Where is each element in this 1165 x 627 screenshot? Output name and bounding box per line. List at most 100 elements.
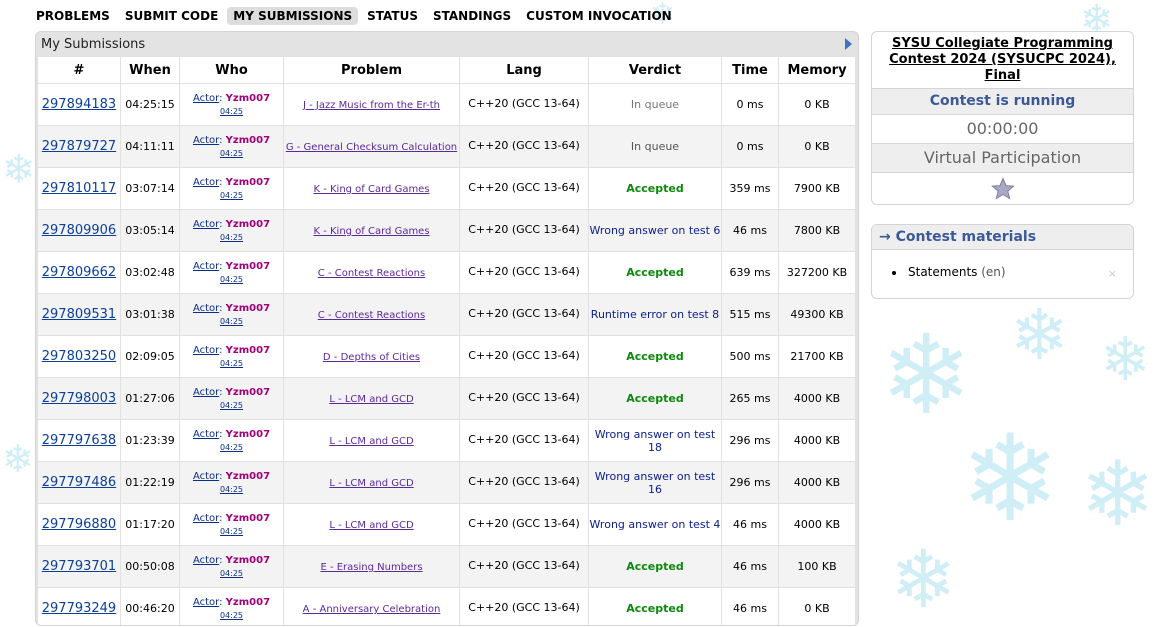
- actor-link[interactable]: Actor: [193, 93, 219, 105]
- contest-name-link[interactable]: SYSU Collegiate Programming Contest 2024…: [884, 36, 1121, 84]
- statements-link[interactable]: Statements: [908, 265, 977, 279]
- actor-link[interactable]: Actor: [193, 513, 219, 525]
- problem-link[interactable]: D - Depths of Cities: [323, 352, 420, 363]
- submission-id-link[interactable]: 297809906: [42, 223, 116, 238]
- problem-cell: L - LCM and GCD: [283, 461, 460, 504]
- remove-icon[interactable]: ×: [1108, 267, 1117, 280]
- table-row: 297803250 02:09:05 Actor: Yzm007 04:25 D - D…: [37, 335, 856, 378]
- problem-cell: K - King of Card Games: [283, 167, 460, 210]
- nav-my-submissions[interactable]: MY SUBMISSIONS: [227, 7, 359, 25]
- user-link[interactable]: Yzm007: [226, 303, 270, 315]
- submission-id-link[interactable]: 297798003: [42, 391, 116, 406]
- contest-status: Contest is running: [872, 88, 1133, 114]
- who-cell: Actor: Yzm007 04:25: [179, 209, 284, 252]
- star-icon[interactable]: [990, 177, 1015, 204]
- actor-link[interactable]: Actor: [193, 135, 219, 147]
- problem-link[interactable]: G - General Checksum Calculation: [286, 142, 457, 153]
- nav-standings[interactable]: STANDINGS: [427, 7, 517, 25]
- nav-status[interactable]: STATUS: [361, 7, 424, 25]
- verdict-cell: Wrong answer on test 16: [588, 461, 722, 504]
- col-header-lang: Lang: [459, 56, 589, 84]
- problem-link[interactable]: E - Erasing Numbers: [320, 562, 422, 573]
- verdict-cell: Accepted: [588, 335, 722, 378]
- user-link[interactable]: Yzm007: [226, 93, 270, 105]
- problem-link[interactable]: K - King of Card Games: [313, 184, 429, 195]
- actor-timestamp: 04:25: [219, 190, 244, 200]
- actor-link[interactable]: Actor: [193, 219, 219, 231]
- problem-link[interactable]: L - LCM and GCD: [329, 520, 413, 531]
- nav-submit-code[interactable]: SUBMIT CODE: [119, 7, 224, 25]
- actor-link[interactable]: Actor: [193, 345, 219, 357]
- memory-cell: 0 KB: [778, 587, 856, 625]
- actor-link[interactable]: Actor: [193, 429, 219, 441]
- star-row: [872, 172, 1133, 204]
- problem-link[interactable]: K - King of Card Games: [313, 226, 429, 237]
- problem-link[interactable]: L - LCM and GCD: [329, 436, 413, 447]
- verdict-cell: Runtime error on test 8: [588, 293, 722, 336]
- table-header-row: # When Who Problem Lang Verdict Time Mem…: [37, 56, 856, 84]
- when-cell: 00:46:20: [120, 587, 180, 625]
- submission-id-link[interactable]: 297803250: [42, 349, 116, 364]
- submission-id-link[interactable]: 297879727: [42, 139, 116, 154]
- top-nav: PROBLEMS SUBMIT CODE MY SUBMISSIONS STAT…: [30, 6, 681, 26]
- table-row: 297809531 03:01:38 Actor: Yzm007 04:25 C - C…: [37, 293, 856, 336]
- nav-problems[interactable]: PROBLEMS: [30, 7, 116, 25]
- verdict-cell: In queue: [588, 83, 722, 126]
- submission-id-link[interactable]: 297793701: [42, 559, 116, 574]
- verdict-cell: Accepted: [588, 167, 722, 210]
- actor-link[interactable]: Actor: [193, 555, 219, 567]
- when-cell: 03:01:38: [120, 293, 180, 336]
- user-link[interactable]: Yzm007: [226, 471, 270, 483]
- submission-id-cell: 297809906: [37, 209, 121, 252]
- submission-id-link[interactable]: 297797486: [42, 475, 116, 490]
- problem-link[interactable]: L - LCM and GCD: [329, 394, 413, 405]
- when-cell: 01:23:39: [120, 419, 180, 462]
- memory-cell: 100 KB: [778, 545, 856, 588]
- problem-link[interactable]: A - Anniversary Celebration: [303, 604, 441, 615]
- user-link[interactable]: Yzm007: [226, 345, 270, 357]
- submission-id-link[interactable]: 297796880: [42, 517, 116, 532]
- verdict-label: In queue: [630, 98, 680, 111]
- submission-id-link[interactable]: 297894183: [42, 97, 116, 112]
- lang-cell: C++20 (GCC 13-64): [459, 419, 589, 462]
- who-cell: Actor: Yzm007 04:25: [179, 461, 284, 504]
- submission-id-link[interactable]: 297810117: [42, 181, 116, 196]
- memory-cell: 327200 KB: [778, 251, 856, 294]
- table-row: 297793701 00:50:08 Actor: Yzm007 04:25 E - E…: [37, 545, 856, 588]
- actor-link[interactable]: Actor: [193, 261, 219, 273]
- user-link[interactable]: Yzm007: [226, 513, 270, 525]
- user-link[interactable]: Yzm007: [226, 135, 270, 147]
- user-link[interactable]: Yzm007: [226, 177, 270, 189]
- submission-id-link[interactable]: 297797638: [42, 433, 116, 448]
- problem-link[interactable]: L - LCM and GCD: [329, 478, 413, 489]
- materials-list: Statements (en): [892, 265, 1006, 279]
- submission-id-link[interactable]: 297793249: [42, 601, 116, 616]
- user-link[interactable]: Yzm007: [226, 429, 270, 441]
- actor-link[interactable]: Actor: [193, 177, 219, 189]
- user-link[interactable]: Yzm007: [226, 261, 270, 273]
- submission-id-link[interactable]: 297809531: [42, 307, 116, 322]
- user-link[interactable]: Yzm007: [226, 219, 270, 231]
- problem-link[interactable]: J - Jazz Music from the Er-th: [303, 100, 440, 111]
- nav-custom-invocation[interactable]: CUSTOM INVOCATION: [520, 7, 678, 25]
- expand-arrow-icon[interactable]: [845, 38, 852, 50]
- contest-timer: 00:00:00: [872, 114, 1133, 143]
- user-link[interactable]: Yzm007: [226, 555, 270, 567]
- memory-cell: 49300 KB: [778, 293, 856, 336]
- lang-cell: C++20 (GCC 13-64): [459, 377, 589, 420]
- user-link[interactable]: Yzm007: [226, 597, 270, 609]
- user-link[interactable]: Yzm007: [226, 387, 270, 399]
- actor-link[interactable]: Actor: [193, 387, 219, 399]
- actor-link[interactable]: Actor: [193, 471, 219, 483]
- actor-link[interactable]: Actor: [193, 597, 219, 609]
- actor-timestamp: 04:25: [219, 358, 244, 368]
- verdict-cell: Accepted: [588, 545, 722, 588]
- col-header-verdict: Verdict: [588, 56, 722, 84]
- problem-link[interactable]: C - Contest Reactions: [318, 268, 425, 279]
- submission-id-link[interactable]: 297809662: [42, 265, 116, 280]
- problem-link[interactable]: C - Contest Reactions: [318, 310, 425, 321]
- table-row: 297797486 01:22:19 Actor: Yzm007 04:25 L - L…: [37, 461, 856, 504]
- lang-cell: C++20 (GCC 13-64): [459, 503, 589, 546]
- contest-info-box: SYSU Collegiate Programming Contest 2024…: [871, 31, 1134, 205]
- actor-link[interactable]: Actor: [193, 303, 219, 315]
